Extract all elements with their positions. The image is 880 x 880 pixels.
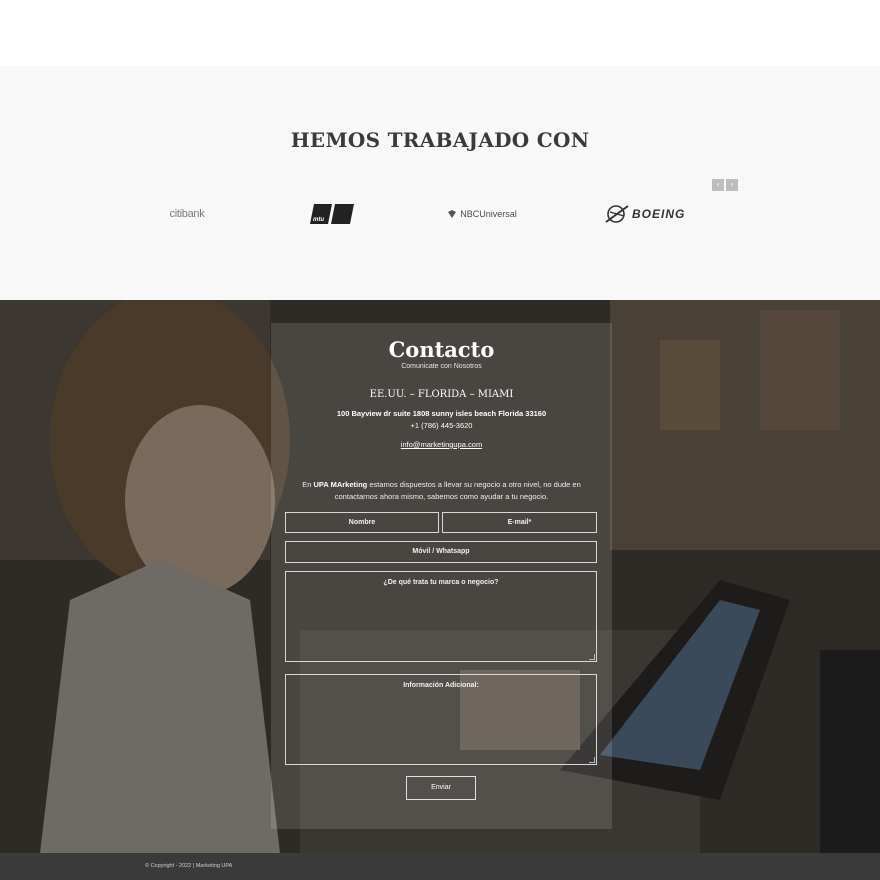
nbcuniversal-logo-text: NBCUniversal [460,209,517,219]
top-spacer [0,0,880,66]
contact-panel: Contacto Comunicate con Nosotros EE.UU. … [271,323,612,829]
mtu-logo-text: mtu [313,217,324,223]
clients-title: HEMOS TRABAJADO CON [290,128,590,152]
citibank-logo-text: citibank [169,208,205,220]
contact-intro: En UPA MArketing estamos dispuestos a ll… [291,479,592,503]
footer: © Copyright - 2022 | Marketing UPA [0,853,880,880]
clients-section: HEMOS TRABAJADO CON ‹ › citibank mtu NBC… [0,66,880,300]
nbcuniversal-logo: NBCUniversal [444,206,520,222]
intro-prefix: En [302,480,312,489]
carousel-next-button[interactable]: › [726,179,738,191]
boeing-logo-text: BOEING [632,207,685,221]
brand-placeholder: ¿De qué trata tu marca o negocio? [383,579,499,586]
email-field[interactable]: E-mail* [442,512,597,533]
contact-subtitle: Comunicate con Nosotros [401,363,482,370]
mtu-logo: mtu [310,202,356,226]
citibank-logo: citibank [162,204,212,224]
copyright-text: © Copyright - 2022 | Marketing UPA [145,863,233,869]
carousel-controls: ‹ › [712,179,738,191]
phone-placeholder: Móvil / Whatsapp [412,548,470,555]
intro-brand: UPA MArketing [313,480,368,489]
contact-email-link[interactable]: info@marketingupa.com [271,440,612,449]
intro-rest: estamos dispuestos a llevar su negocio a… [334,480,581,501]
contact-address: 100 Bayview dr suite 1808 sunny isles be… [336,409,547,418]
name-placeholder: Nombre [348,519,376,526]
name-field[interactable]: Nombre [285,512,439,533]
phone-field[interactable]: Móvil / Whatsapp [285,541,597,563]
carousel-prev-button[interactable]: ‹ [712,179,724,191]
resize-handle[interactable] [589,654,595,660]
submit-button[interactable]: Enviar [406,776,476,800]
peacock-icon [448,209,457,218]
email-placeholder: E-mail* [507,519,532,526]
contact-title: Contacto [388,337,495,362]
contact-phone: +1 (786) 445-3620 [410,421,473,430]
contact-location: EE.UU. – FLORIDA – MIAMI [369,389,514,400]
contact-section: Contacto Comunicate con Nosotros EE.UU. … [0,300,880,853]
boeing-logo: BOEING [604,200,724,228]
additional-info-textarea[interactable]: Información Adicional: [285,674,597,765]
brand-textarea[interactable]: ¿De qué trata tu marca o negocio? [285,571,597,662]
info-placeholder: Información Adicional: [403,682,479,689]
resize-handle[interactable] [589,757,595,763]
